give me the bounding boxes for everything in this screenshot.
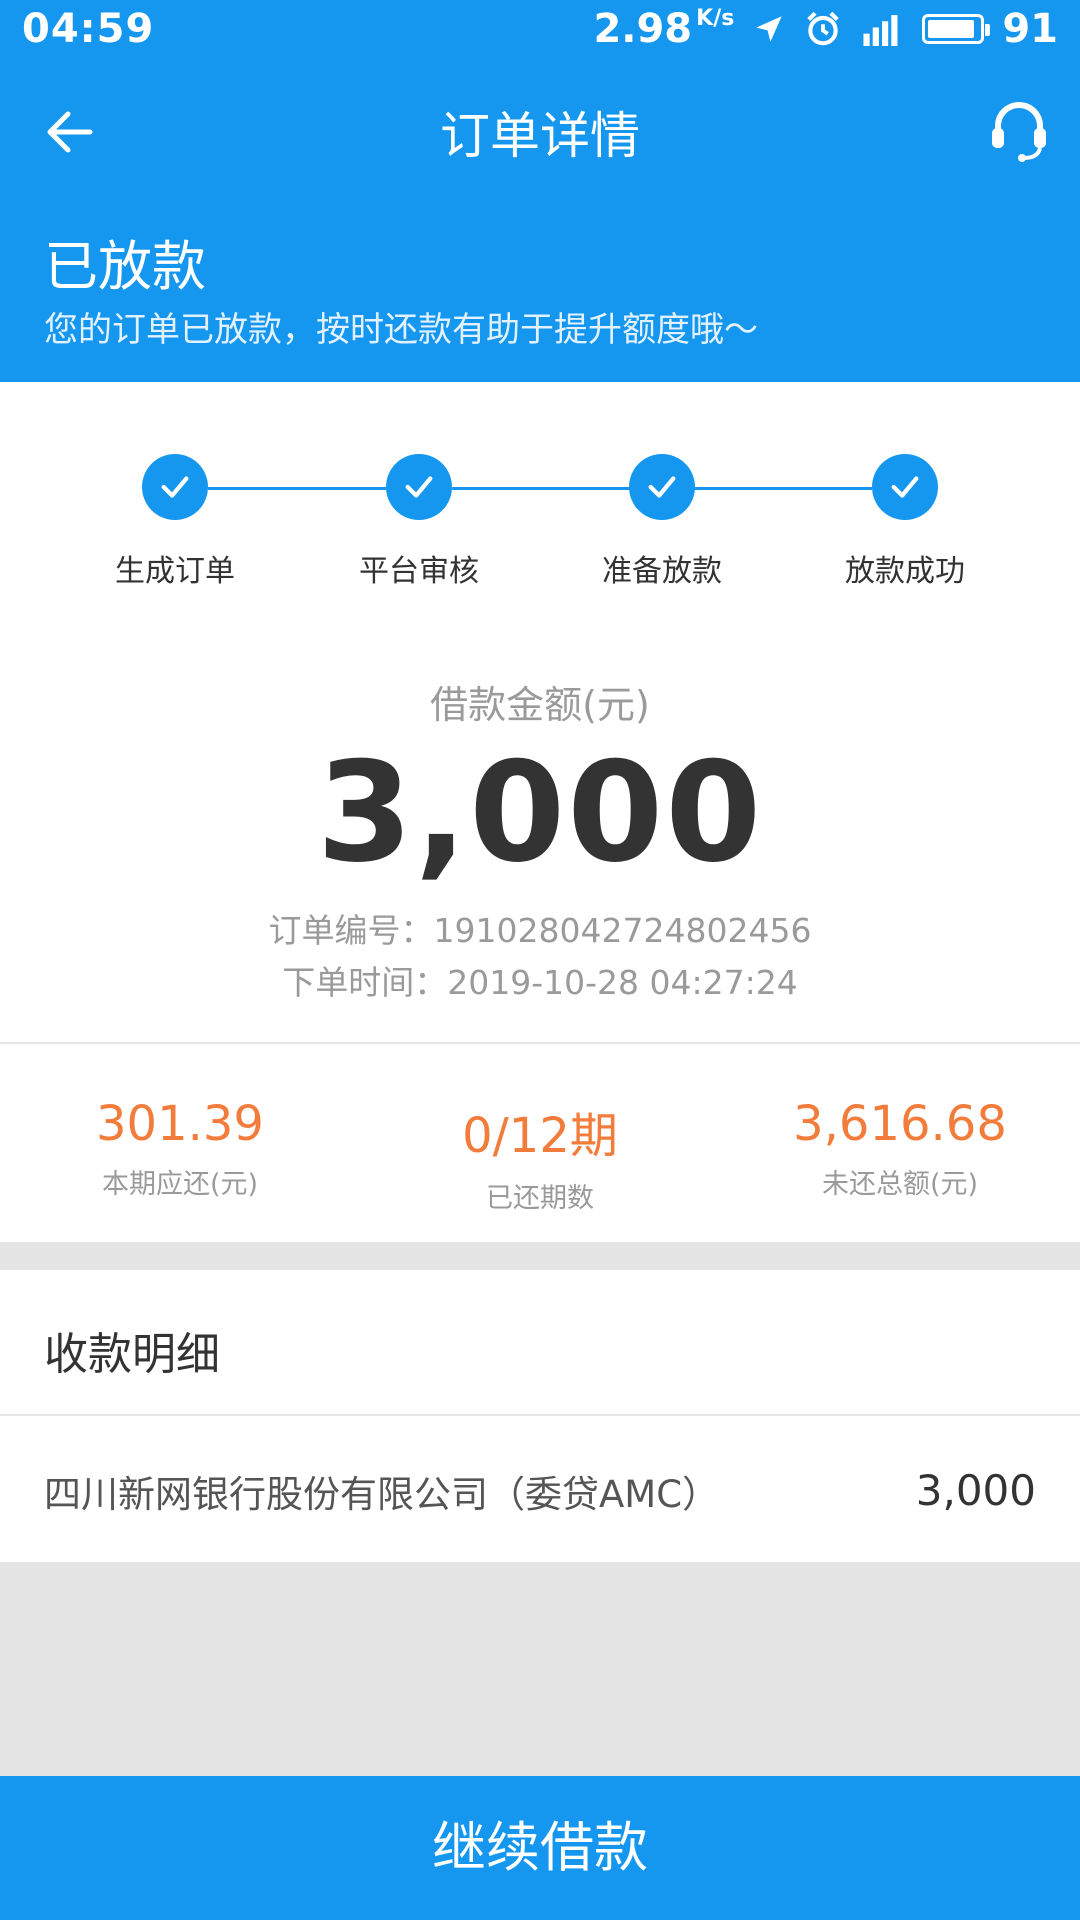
signal-icon (863, 15, 898, 46)
stat-value: 0/12期 (462, 1108, 618, 1164)
step-prepare-loan: 准备放款 (562, 454, 762, 590)
stat-label: 未还总额(元) (821, 1169, 979, 1200)
order-summary-card: 生成订单 平台审核 准备放款 放款成功 借款金额(元) 3,000 订单编号：1… (0, 382, 1080, 1042)
step-label: 准备放款 (602, 554, 722, 589)
step-label: 生成订单 (115, 554, 235, 589)
step-label: 放款成功 (845, 554, 965, 589)
status-time: 04:59 (22, 6, 155, 52)
loan-amount-label: 借款金额(元) (430, 683, 650, 727)
stat-value: 301.39 (96, 1096, 264, 1152)
receipt-title: 收款明细 (44, 1329, 220, 1380)
order-status-subtitle: 您的订单已放款，按时还款有助于提升额度哦～ (44, 310, 758, 350)
stat-label: 已还期数 (486, 1183, 594, 1214)
stat-remaining-total: 3,616.68 未还总额(元) (750, 1096, 1050, 1201)
stat-periods-paid: 0/12期 已还期数 (390, 1096, 690, 1215)
check-icon (872, 454, 938, 520)
customer-service-icon[interactable] (984, 94, 1054, 164)
receipt-details: 收款明细 四川新网银行股份有限公司（委贷AMC） 3,000 (0, 1270, 1080, 1562)
repayment-stats: 301.39 本期应还(元) 0/12期 已还期数 3,616.68 未还总额(… (0, 1044, 1080, 1242)
stat-label: 本期应还(元) (101, 1169, 259, 1200)
check-icon (142, 454, 208, 520)
status-bar: 04:59 2.98 K/s 91 (0, 0, 1080, 66)
order-status-title: 已放款 (44, 235, 206, 298)
alarm-icon (807, 11, 840, 46)
progress-steps: 生成订单 平台审核 准备放款 放款成功 (0, 454, 1080, 614)
check-icon (629, 454, 695, 520)
battery-icon (922, 14, 991, 44)
step-loan-success: 放款成功 (805, 454, 1005, 590)
continue-borrow-button[interactable]: 继续借款 (0, 1776, 1080, 1920)
order-number: 订单编号：191028042724802456 (268, 911, 812, 950)
status-icons: 2.98 K/s 91 (593, 6, 1058, 52)
loan-amount: 3,000 (316, 732, 764, 893)
order-status-header: 已放款 您的订单已放款，按时还款有助于提升额度哦～ (0, 194, 1080, 382)
nav-bar: 订单详情 (0, 66, 1080, 194)
page-title: 订单详情 (440, 107, 640, 165)
receipt-amount: 3,000 (915, 1466, 1036, 1515)
receipt-payee: 四川新网银行股份有限公司（委贷AMC） (44, 1473, 720, 1516)
network-speed: 2.98 K/s (593, 6, 735, 52)
stat-current-due: 301.39 本期应还(元) (30, 1096, 330, 1201)
step-label: 平台审核 (359, 554, 479, 589)
divider (0, 1414, 1080, 1416)
step-platform-review: 平台审核 (319, 454, 519, 590)
step-create-order: 生成订单 (75, 454, 275, 590)
battery-level: 91 (1002, 6, 1058, 52)
check-icon (386, 454, 452, 520)
location-icon (756, 16, 783, 42)
stat-value: 3,616.68 (793, 1096, 1007, 1152)
order-time: 下单时间：2019-10-28 04:27:24 (282, 963, 798, 1002)
